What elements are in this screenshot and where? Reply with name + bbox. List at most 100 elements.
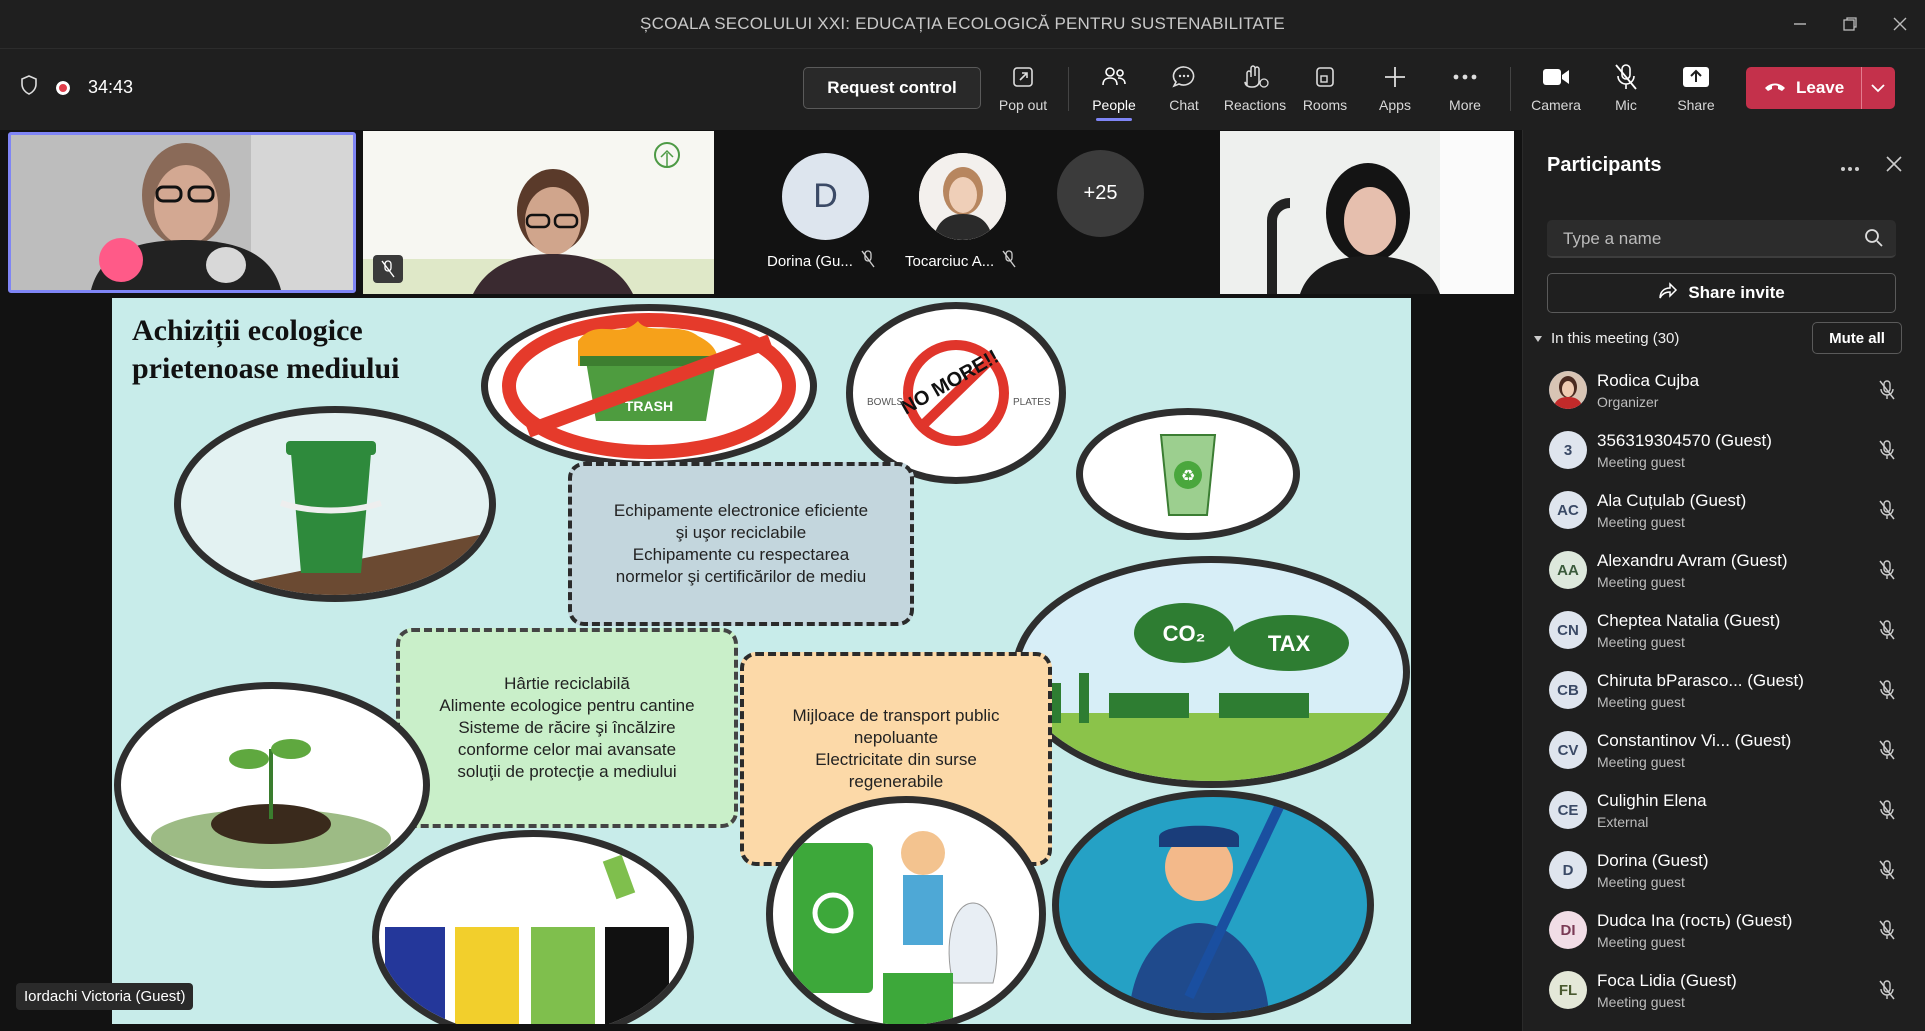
avatar: CB [1549,671,1587,709]
popout-button[interactable]: Pop out [991,61,1055,113]
tax-label: TAX [1268,631,1311,656]
mic-off-icon [1002,250,1016,272]
share-button[interactable]: Share [1664,61,1728,113]
participant-row[interactable]: CE Culighin Elena External [1523,785,1925,845]
mic-off-icon [1878,919,1896,946]
avatar: AA [1549,551,1587,589]
leave-label: Leave [1796,78,1845,97]
electronics-text-box: Echipamente electronice eficiente şi uşo… [568,462,914,626]
search-icon[interactable] [1864,228,1884,253]
mic-off-icon [861,250,875,272]
avatar: AC [1549,491,1587,529]
participant-row[interactable]: Rodica Cujba Organizer [1523,365,1925,425]
participant-row[interactable]: CV Constantinov Vi... (Guest) Meeting gu… [1523,725,1925,785]
in-meeting-count: In this meeting (30) [1551,330,1680,347]
avatar: CN [1549,611,1587,649]
avatar-tocarciuc[interactable] [919,153,1006,240]
popout-icon [991,61,1055,93]
plates-label: PLATES [1013,397,1051,408]
request-control-button[interactable]: Request control [803,67,981,109]
participant-row[interactable]: DI Dudca Ina (гость) (Guest) Meeting gue… [1523,905,1925,965]
search-input[interactable] [1561,228,1855,250]
share-invite-label: Share invite [1688,283,1785,302]
chat-label: Chat [1169,97,1199,113]
rooms-button[interactable]: Rooms [1293,61,1357,113]
participant-row[interactable]: AC Ala Cuțulab (Guest) Meeting guest [1523,485,1925,545]
mute-all-button[interactable]: Mute all [1812,322,1902,354]
video-feed-image [363,131,714,294]
mic-label: Mic [1615,97,1637,113]
restore-icon[interactable] [1825,0,1875,48]
avatar-dorina[interactable]: D [782,153,869,240]
trash-label: TRASH [625,398,673,414]
mic-off-icon [1878,679,1896,706]
video-feed-image [11,135,353,290]
minimize-icon[interactable] [1775,0,1825,48]
meeting-toolbar: 34:43 Request control Pop out People Cha… [0,48,1925,131]
share-icon [1658,281,1678,305]
leave-button[interactable]: Leave [1746,67,1895,109]
tile-name-dorina: Dorina (Gu... [767,250,875,272]
video-tile-presenter[interactable] [8,132,356,293]
camera-label: Camera [1531,97,1581,113]
more-button[interactable]: More [1433,61,1497,113]
recording-icon [54,78,72,97]
participant-row[interactable]: AA Alexandru Avram (Guest) Meeting guest [1523,545,1925,605]
participant-row[interactable]: CB Chiruta bParasco... (Guest) Meeting g… [1523,665,1925,725]
avatar: CE [1549,791,1587,829]
avatar [1549,371,1587,409]
profile-photo [919,153,1006,240]
recycle-bin-image: ♻ [1076,408,1300,540]
reactions-button[interactable]: Reactions [1222,61,1288,113]
video-tile-participant-3[interactable] [1220,131,1514,294]
popout-label: Pop out [998,97,1048,113]
caret-down-icon [1533,330,1543,347]
avatar: FL [1549,971,1587,1009]
participant-row[interactable]: 3 356319304570 (Guest) Meeting guest [1523,425,1925,485]
mic-button[interactable]: Mic [1594,61,1658,113]
participants-title: Participants [1547,154,1662,176]
paper-food-text-box: Hârtie reciclabilă Alimente ecologice pe… [396,628,738,828]
window-title: ȘCOALA SECOLULUI XXI: EDUCAȚIA ECOLOGICĂ… [640,14,1285,33]
leave-options-chevron-icon[interactable] [1860,67,1895,109]
mic-off-icon [1594,61,1658,93]
participant-search[interactable] [1547,220,1896,258]
presenter-name-caption: Iordachi Victoria (Guest) [16,983,194,1010]
share-screen-icon [1664,61,1728,93]
participant-row[interactable]: FL Foca Lidia (Guest) Meeting guest [1523,965,1925,1025]
close-panel-icon[interactable] [1886,152,1902,178]
no-more-plastic-image: NO MORE!! BOWLS PLATES [846,302,1066,484]
avatar: 3 [1549,431,1587,469]
street-cleaner-image [1052,790,1374,1020]
slide-title: Achiziții ecologice prietenoase mediului [132,314,400,385]
mic-off-icon [1878,619,1896,646]
more-options-icon[interactable] [1840,152,1860,178]
video-feed-image [1220,131,1514,294]
camera-button[interactable]: Camera [1524,61,1588,113]
boy-recycling-image [766,796,1046,1024]
shared-presentation-slide: Achiziții ecologice prietenoase mediului… [112,298,1411,1024]
more-label: More [1449,97,1481,113]
apps-label: Apps [1379,97,1411,113]
recycling-bins-image [372,830,694,1024]
in-meeting-section-toggle[interactable]: In this meeting (30) [1533,330,1679,347]
participant-row[interactable]: CN Cheptea Natalia (Guest) Meeting guest [1523,605,1925,665]
mic-off-icon [1878,379,1896,406]
chat-button[interactable]: Chat [1152,61,1216,113]
avatar: D [1549,851,1587,889]
people-icon [1082,61,1146,93]
video-tile-participant-2[interactable] [363,131,714,294]
share-label: Share [1677,97,1715,113]
shield-icon [20,75,38,100]
apps-button[interactable]: Apps [1363,61,1427,113]
green-trash-can-image [174,406,496,602]
share-invite-button[interactable]: Share invite [1547,273,1896,313]
co2-tax-image: CO₂ TAX [1012,556,1410,788]
avatar: CV [1549,731,1587,769]
no-trash-burning-image: TRASH [481,304,817,468]
people-button[interactable]: People [1082,61,1146,121]
participant-row[interactable]: D Dorina (Guest) Meeting guest [1523,845,1925,905]
reactions-label: Reactions [1223,97,1287,113]
close-window-icon[interactable] [1875,0,1925,48]
overflow-participants-button[interactable]: +25 [1057,150,1144,237]
